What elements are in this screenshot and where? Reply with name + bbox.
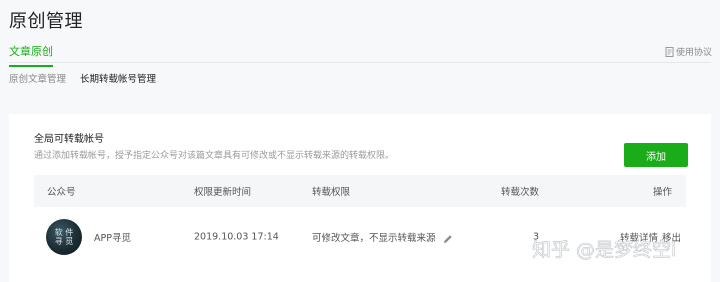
page-title: 原创管理: [9, 11, 83, 32]
avatar-text-top: 软 件: [54, 228, 74, 237]
header-permission: 转载权限: [312, 187, 351, 198]
tab-article-original[interactable]: 文章原创: [9, 43, 53, 67]
section-description: 通过添加转载帐号，授予指定公众号对该篇文章具有可修改或不显示转载来源的转载权限。: [34, 151, 395, 161]
sub-tab-long-term-accounts[interactable]: 长期转载帐号管理: [80, 71, 156, 85]
avatar-text-bottom: 寻 觅: [54, 237, 74, 246]
header-actions: 操作: [652, 187, 672, 198]
account-name: APP寻觅: [94, 233, 131, 244]
permission-cell: 可修改文章，不显示转载来源: [312, 230, 453, 244]
agreement-link[interactable]: 使用协议: [665, 45, 712, 58]
sub-tabs: 原创文章管理 长期转载帐号管理: [9, 71, 156, 85]
pencil-icon[interactable]: [443, 234, 453, 244]
zhihu-watermark: 知乎 @是梦终空i: [532, 239, 677, 262]
table-header: 公众号 权限更新时间 转载权限 转载次数 操作: [34, 175, 686, 207]
updated-time: 2019.10.03 17:14: [194, 231, 279, 243]
sub-tab-original-articles[interactable]: 原创文章管理: [9, 71, 66, 85]
add-button[interactable]: 添加: [624, 143, 688, 167]
header-count: 转载次数: [501, 187, 540, 198]
avatar: 软 件 寻 觅: [46, 219, 82, 255]
header-updated: 权限更新时间: [194, 187, 252, 198]
section-title: 全局可转载帐号: [34, 134, 104, 145]
svg-text:知乎 @是梦终空i: 知乎 @是梦终空i: [532, 239, 676, 261]
permission-text: 可修改文章，不显示转载来源: [312, 233, 436, 244]
agreement-label: 使用协议: [675, 48, 712, 58]
tab-divider: [9, 62, 711, 63]
document-icon: [665, 46, 674, 57]
header-account: 公众号: [47, 187, 76, 198]
